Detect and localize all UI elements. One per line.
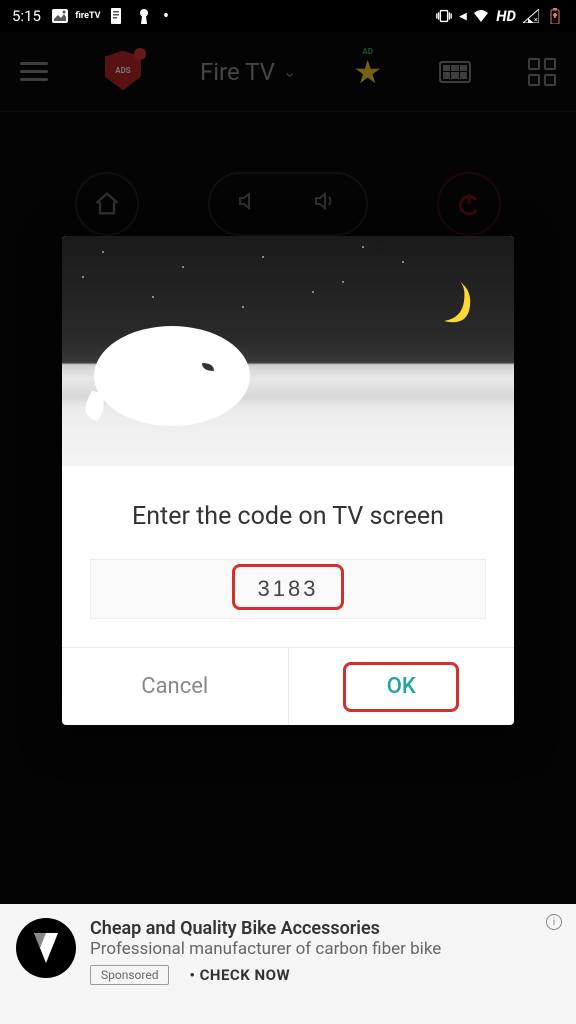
apps-grid-button[interactable] <box>528 58 556 86</box>
remote-controls <box>0 112 576 256</box>
device-label: Fire TV <box>200 58 275 86</box>
home-button[interactable] <box>75 172 139 236</box>
cancel-button[interactable]: Cancel <box>62 648 289 725</box>
ad-cta[interactable]: CHECK NOW <box>189 966 290 984</box>
notification-dot-icon <box>134 48 146 60</box>
wifi-icon <box>472 7 490 25</box>
status-right: ▶ HD × <box>435 7 564 25</box>
keyhole-icon <box>135 7 153 25</box>
svg-text:×: × <box>534 16 538 23</box>
status-left: 5:15 fireTV • <box>12 6 169 27</box>
firetv-icon: fireTV <box>79 7 97 25</box>
menu-button[interactable] <box>20 62 48 81</box>
ok-label: OK <box>387 674 416 699</box>
dialog-title: Enter the code on TV screen <box>90 502 486 531</box>
cancel-label: Cancel <box>141 674 208 699</box>
star-icon: ★ <box>353 53 382 91</box>
ad-logo <box>16 918 76 978</box>
ads-blocker-button[interactable]: ADS <box>105 51 143 93</box>
ok-button[interactable]: OK <box>289 648 515 725</box>
play-icon: ▶ <box>459 11 467 22</box>
moon-icon <box>424 276 474 326</box>
dot-icon: • <box>163 6 169 27</box>
gallery-icon <box>51 7 69 25</box>
app-header: ADS Fire TV ⌄ AD ★ <box>0 32 576 112</box>
favorites-button[interactable]: AD ★ <box>353 53 382 91</box>
whale-icon <box>82 321 262 435</box>
volume-control <box>208 172 368 236</box>
ads-label: ADS <box>115 66 131 75</box>
keyboard-button[interactable] <box>439 61 471 83</box>
volume-down-button[interactable] <box>236 189 260 219</box>
dialog-hero-image <box>62 236 514 466</box>
signal-icon: × <box>522 7 540 25</box>
vibrate-icon <box>435 7 453 25</box>
ad-title: Cheap and Quality Bike Accessories <box>90 918 560 939</box>
status-time: 5:15 <box>12 7 41 25</box>
ad-tag: AD <box>362 47 373 56</box>
status-bar: 5:15 fireTV • ▶ HD × <box>0 0 576 32</box>
ad-banner[interactable]: Cheap and Quality Bike Accessories Profe… <box>0 904 576 1024</box>
chevron-down-icon: ⌄ <box>283 62 296 81</box>
volume-up-button[interactable] <box>313 189 339 219</box>
ad-content: Cheap and Quality Bike Accessories Profe… <box>90 918 560 1014</box>
battery-icon <box>546 7 564 25</box>
power-button[interactable] <box>437 172 501 236</box>
code-input[interactable] <box>90 559 486 619</box>
dialog-footer: Cancel OK <box>62 647 514 725</box>
doc-icon <box>107 7 125 25</box>
sponsored-tag: Sponsored <box>90 965 169 985</box>
dialog-body: Enter the code on TV screen <box>62 466 514 647</box>
ad-description: Professional manufacturer of carbon fibe… <box>90 939 560 959</box>
device-selector[interactable]: Fire TV ⌄ <box>200 58 296 86</box>
code-entry-dialog: Enter the code on TV screen Cancel OK <box>62 236 514 725</box>
hd-label: HD <box>496 7 516 25</box>
ad-info-button[interactable]: i <box>546 914 562 930</box>
